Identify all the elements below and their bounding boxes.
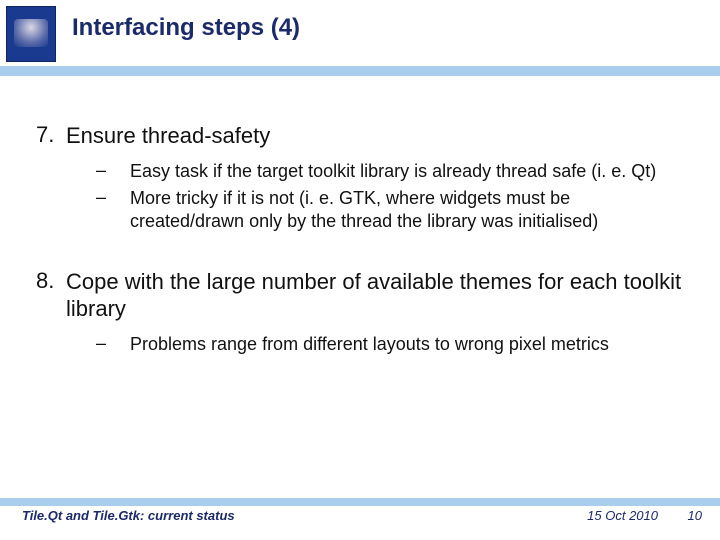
slide-content: 7. Ensure thread-safety – Easy task if t… [0,68,720,356]
list-number: 7. [36,122,66,148]
sub-item: – Problems range from different layouts … [92,333,684,356]
sub-list: – Problems range from different layouts … [92,333,684,356]
logo [6,6,56,62]
slide-title: Interfacing steps (4) [72,14,300,42]
bullet-dash-icon: – [92,160,130,181]
list-item: 7. Ensure thread-safety [36,122,684,150]
sub-item: – Easy task if the target toolkit librar… [92,160,684,183]
sub-list: – Easy task if the target toolkit librar… [92,160,684,234]
slide-header: Interfacing steps (4) [0,0,720,68]
sub-text: Problems range from different layouts to… [130,333,609,356]
sub-text: More tricky if it is not (i. e. GTK, whe… [130,187,684,234]
footer-title: Tile.Qt and Tile.Gtk: current status [22,508,235,523]
footer-divider [0,498,720,506]
footer-page-number: 10 [688,508,702,523]
bullet-dash-icon: – [92,333,130,354]
sub-text: Easy task if the target toolkit library … [130,160,656,183]
list-text: Cope with the large number of available … [66,268,684,323]
list-item: 8. Cope with the large number of availab… [36,268,684,323]
slide: Interfacing steps (4) 7. Ensure thread-s… [0,0,720,540]
slide-footer: Tile.Qt and Tile.Gtk: current status 15 … [0,502,720,526]
bullet-dash-icon: – [92,187,130,208]
list-number: 8. [36,268,66,294]
list-text: Ensure thread-safety [66,122,270,150]
logo-figure-icon [14,19,48,47]
sub-item: – More tricky if it is not (i. e. GTK, w… [92,187,684,234]
footer-date: 15 Oct 2010 [587,508,658,523]
title-divider [0,66,720,76]
